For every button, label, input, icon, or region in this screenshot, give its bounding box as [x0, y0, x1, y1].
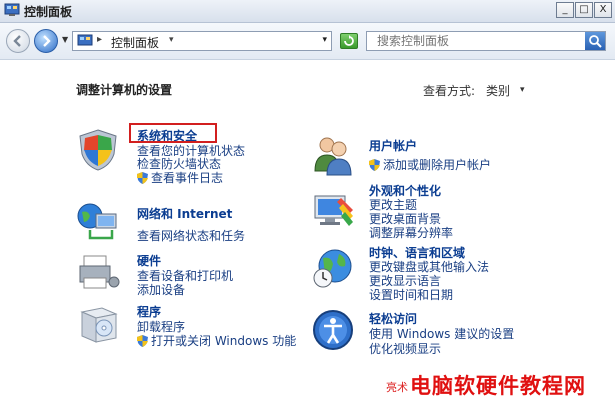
software-box-icon: [80, 307, 118, 343]
minimize-button[interactable]: _: [556, 2, 574, 18]
history-dropdown-icon[interactable]: ▼: [62, 35, 68, 44]
address-bar-area: ▼ ▸ 控制面板 ▾ ▾: [0, 23, 615, 60]
users-icon: [314, 137, 352, 176]
globe-icon: [313, 249, 352, 288]
link-view-network-status[interactable]: 查看网络状态和任务: [137, 227, 245, 244]
search-icon: [589, 35, 602, 48]
title-bar: 控制面板 _ □ X: [0, 0, 615, 23]
watermark-big: 电脑软硬件教程网: [410, 374, 586, 398]
back-button[interactable]: [6, 29, 30, 53]
control-panel-icon: [4, 3, 20, 16]
link-windows-features-label: 打开或关闭 Windows 功能: [151, 334, 297, 348]
ease-of-access-icon[interactable]: [311, 308, 361, 356]
uac-shield-icon: [137, 172, 148, 184]
link-windows-features[interactable]: 打开或关闭 Windows 功能: [137, 332, 296, 349]
user-accounts-icon[interactable]: [311, 133, 361, 181]
link-add-device[interactable]: 添加设备: [137, 281, 185, 298]
printer-icon: [79, 255, 120, 289]
globe-icon: [77, 203, 117, 240]
link-set-time-date[interactable]: 设置时间和日期: [369, 286, 453, 303]
breadcrumb-control-panel[interactable]: 控制面板: [111, 34, 159, 51]
control-panel-icon: [77, 34, 93, 46]
programs-icon[interactable]: [76, 302, 126, 350]
highlight-box: [129, 123, 217, 143]
network-icon[interactable]: [76, 200, 126, 248]
back-arrow-icon: [13, 35, 21, 47]
forward-button[interactable]: [34, 29, 58, 53]
category-title-user-accounts[interactable]: 用户帐户: [369, 137, 417, 154]
maximize-button[interactable]: □: [575, 2, 593, 18]
view-by-dropdown[interactable]: 类别: [486, 82, 510, 99]
link-view-event-log[interactable]: 查看事件日志: [137, 169, 223, 186]
forward-arrow-icon: [43, 35, 51, 47]
link-adjust-resolution[interactable]: 调整屏幕分辨率: [369, 224, 453, 241]
close-button[interactable]: X: [594, 2, 612, 18]
search-button[interactable]: [585, 32, 605, 50]
refresh-button[interactable]: [340, 33, 358, 49]
uac-shield-icon: [369, 159, 380, 171]
clock-region-icon[interactable]: [311, 246, 361, 294]
view-by-label: 查看方式:: [423, 84, 476, 98]
breadcrumb-dropdown[interactable]: ▾: [169, 35, 174, 45]
link-optimize-video[interactable]: 优化视频显示: [369, 340, 441, 357]
monitor-icon: [314, 195, 353, 226]
breadcrumb-separator[interactable]: ▸: [97, 34, 102, 45]
link-add-remove-accounts-label: 添加或删除用户帐户: [383, 158, 492, 172]
address-box[interactable]: ▸ 控制面板 ▾ ▾: [72, 31, 332, 51]
view-by-arrow-icon[interactable]: ▾: [520, 85, 525, 95]
search-box[interactable]: [366, 31, 606, 51]
appearance-icon[interactable]: [311, 190, 361, 238]
hardware-icon[interactable]: [76, 252, 126, 300]
shield-icon: [79, 129, 117, 171]
window-title: 控制面板: [24, 5, 73, 19]
system-security-icon[interactable]: [76, 128, 126, 176]
link-view-event-log-label: 查看事件日志: [151, 171, 224, 185]
uac-shield-icon: [137, 335, 148, 347]
accessibility-icon: [313, 310, 353, 350]
refresh-icon: [344, 35, 354, 46]
search-input[interactable]: [367, 32, 595, 50]
category-title-network[interactable]: 网络和 Internet: [137, 205, 232, 222]
link-add-remove-accounts[interactable]: 添加或删除用户帐户: [369, 156, 491, 173]
watermark-small: 亮术: [386, 381, 408, 394]
page-heading: 调整计算机的设置: [76, 83, 173, 97]
address-dropdown-button[interactable]: ▾: [322, 35, 327, 45]
